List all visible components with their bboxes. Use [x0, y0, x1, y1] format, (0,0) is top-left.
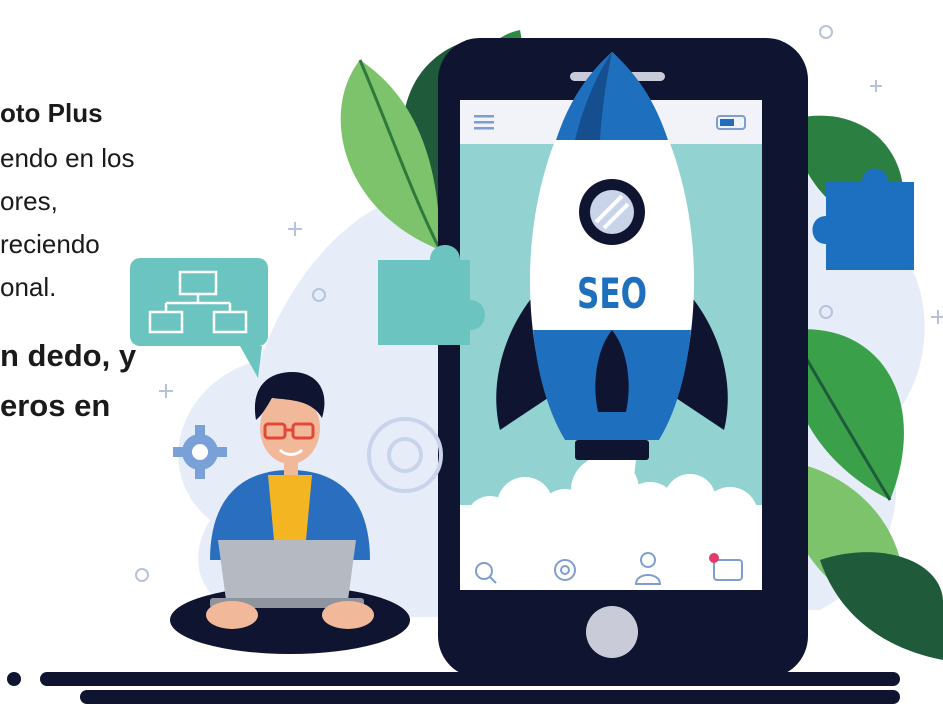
rocket-label: SEO [577, 269, 647, 318]
puzzle-piece-teal [378, 245, 485, 345]
leaf-right-bottom [820, 552, 943, 660]
menu-icon [474, 115, 494, 130]
rocket-flame [588, 460, 636, 510]
laptop-screen [218, 540, 356, 600]
seo-illustration: SEO [7, 25, 943, 704]
ground-line [40, 672, 900, 686]
puzzle-piece-blue [812, 168, 914, 270]
rocket-nozzle [575, 440, 649, 460]
shirt [268, 475, 312, 540]
home-button [586, 606, 638, 658]
